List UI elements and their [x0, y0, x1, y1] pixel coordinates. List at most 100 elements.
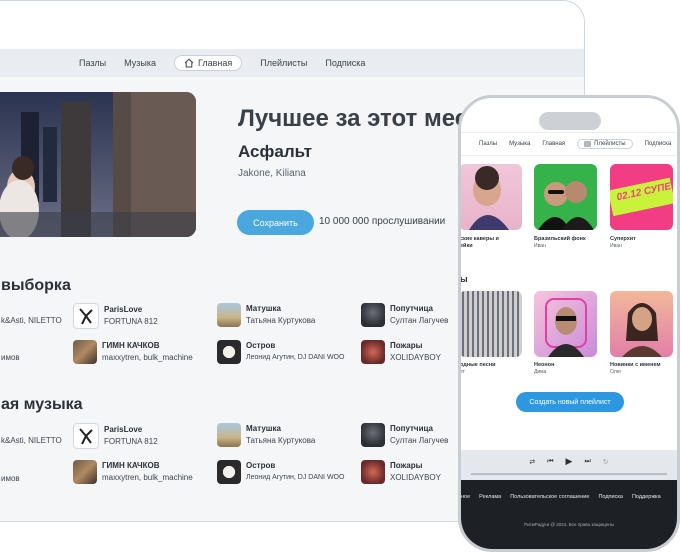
track-artist-cut: k&Asti, NILETTO	[1, 436, 62, 445]
mini-player: ⇄ ⏮ ▶ ⏭ ↻	[461, 450, 677, 480]
track-item[interactable]: ParisLove FORTUNA 812	[73, 303, 158, 329]
track-name: ГИМН КАЧКОВ	[102, 341, 160, 350]
nav-puzzles[interactable]: Пазлы	[79, 58, 106, 68]
phone-footer: ное Реклама Пользовательское соглашение …	[461, 480, 677, 549]
track-cover	[73, 340, 97, 364]
track-name: Матушка	[246, 304, 281, 313]
phone-nav: Пазлы Музыка Главная Плейлисты Подписка	[461, 132, 677, 156]
track-name: Попутчица	[390, 424, 433, 433]
track-cover	[361, 460, 385, 484]
phone-nav-subscription[interactable]: Подписка	[645, 141, 672, 147]
track-item[interactable]: ГИМН КАЧКОВ maxxytren, bulk_machine	[73, 460, 193, 484]
track-artist-cut: имов	[1, 474, 20, 483]
footer-link-support[interactable]: Поддержка	[632, 494, 661, 500]
nav-subscription[interactable]: Подписка	[325, 58, 365, 68]
playlist-title: ские каверы и	[460, 236, 499, 242]
playlist-author: ет	[460, 369, 465, 375]
track-item[interactable]: Попутчица Султан Лагучев	[361, 423, 448, 447]
track-item[interactable]: ГИМН КАЧКОВ maxxytren, bulk_machine	[73, 340, 193, 364]
track-name: Остров	[246, 461, 276, 470]
track-item[interactable]: Пожары XOLIDAYBOY	[361, 340, 441, 364]
track-cover	[217, 460, 241, 484]
playlist-title: Новинки с именем	[610, 362, 661, 368]
nav-playlists[interactable]: Плейлисты	[260, 58, 307, 68]
footer-link-subscription[interactable]: Подписка	[598, 494, 623, 500]
track-artist: Леонид Агутин, DJ DANI WOO	[246, 474, 345, 481]
track-item[interactable]: ParisLove FORTUNA 812	[73, 423, 158, 449]
track-artist: XOLIDAYBOY	[390, 353, 441, 362]
hero-song-title: Асфальт	[238, 142, 312, 161]
desktop-top-bar	[0, 1, 584, 49]
track-cover	[361, 423, 385, 447]
playlist-title: одные песни	[460, 362, 496, 368]
track-name: ParisLove	[104, 425, 143, 434]
playlist-card[interactable]	[610, 291, 673, 357]
track-name: ГИМН КАЧКОВ	[102, 461, 160, 470]
playlist-title: Нeoнoн	[534, 362, 555, 368]
track-artist: XOLIDAYBOY	[390, 473, 441, 482]
track-item[interactable]: Остров Леонид Агутин, DJ DANI WOO	[217, 340, 344, 364]
phone-section-title: ы	[460, 274, 468, 284]
phone-nav-puzzles[interactable]: Пазлы	[479, 141, 497, 147]
previous-icon[interactable]: ⏮	[547, 458, 553, 466]
save-button[interactable]: Сохранить	[237, 210, 314, 235]
phone-nav-playlists[interactable]: Плейлисты	[577, 139, 633, 149]
track-item[interactable]: Матушка Татьяна Куртукова	[217, 303, 315, 327]
phone-frame: Пазлы Музыка Главная Плейлисты Подписка …	[458, 95, 680, 552]
nav-home[interactable]: Главная	[173, 55, 243, 71]
playlist-card[interactable]	[534, 291, 597, 357]
track-name: Матушка	[246, 424, 281, 433]
playlist-title: Бразильский фонк	[534, 236, 586, 242]
track-item[interactable]: Пожары XOLIDAYBOY	[361, 460, 441, 484]
track-item[interactable]: Матушка Татьяна Куртукова	[217, 423, 315, 447]
track-artist: Султан Лагучев	[390, 436, 449, 445]
track-artist: FORTUNA 812	[104, 437, 158, 446]
track-name: Попутчица	[390, 304, 433, 313]
track-cover	[73, 423, 99, 449]
track-cover	[217, 423, 241, 447]
track-artist-cut: k&Asti, NILETTO	[1, 316, 62, 325]
footer-link-terms[interactable]: Пользовательское соглашение	[510, 494, 589, 500]
playlist-card[interactable]	[534, 164, 597, 230]
track-artist: maxxytren, bulk_machine	[102, 473, 193, 482]
shuffle-icon[interactable]: ⇄	[529, 458, 535, 466]
playlist-author: Дима	[534, 369, 547, 375]
track-artist-cut: имов	[1, 353, 20, 362]
hero-title: Лучшее за этот мес	[238, 105, 469, 132]
hero-artists: Jakone, Kiliana	[238, 168, 306, 179]
track-item[interactable]: Попутчица Султан Лагучев	[361, 303, 448, 327]
footer-link-ads[interactable]: Реклама	[479, 494, 501, 500]
track-name: Пожары	[390, 341, 423, 350]
copyright: РитмРадуги @ 2024. Все права защищены	[524, 522, 614, 527]
repeat-icon[interactable]: ↻	[603, 458, 609, 466]
playlist-author: Олег	[610, 369, 622, 375]
progress-bar[interactable]	[471, 473, 667, 475]
playlist-title-line2: ейки	[460, 243, 473, 249]
playlist-card[interactable]	[461, 291, 522, 357]
phone-nav-music[interactable]: Музыка	[509, 141, 530, 147]
playlist-card[interactable]: 02.12 СУПЕРХИТ	[610, 164, 673, 230]
track-cover	[217, 303, 241, 327]
next-icon[interactable]: ⏭	[584, 458, 590, 466]
footer-link[interactable]: ное	[461, 494, 470, 500]
nav-music[interactable]: Музыка	[124, 58, 156, 68]
list-icon	[584, 141, 592, 147]
playlist-author: Иван	[610, 243, 622, 249]
play-icon[interactable]: ▶	[566, 456, 573, 467]
track-artist: Татьяна Куртукова	[246, 316, 316, 325]
home-icon	[184, 58, 194, 68]
track-cover	[73, 303, 99, 329]
section-title-music: ая музыка	[1, 396, 83, 413]
track-name: Остров	[246, 341, 276, 350]
track-artist: FORTUNA 812	[104, 317, 158, 326]
track-artist: maxxytren, bulk_machine	[102, 353, 193, 362]
track-cover	[217, 340, 241, 364]
track-cover	[361, 340, 385, 364]
desktop-nav: Пазлы Музыка Главная Плейлисты Подписка	[0, 49, 584, 77]
create-playlist-button[interactable]: Создать новый плейлист	[516, 392, 624, 412]
nav-home-label: Главная	[197, 58, 233, 68]
phone-nav-home[interactable]: Главная	[542, 141, 565, 147]
track-name: Пожары	[390, 461, 423, 470]
track-item[interactable]: Остров Леонид Агутин, DJ DANI WOO	[217, 460, 344, 484]
playlist-card[interactable]	[461, 164, 522, 230]
